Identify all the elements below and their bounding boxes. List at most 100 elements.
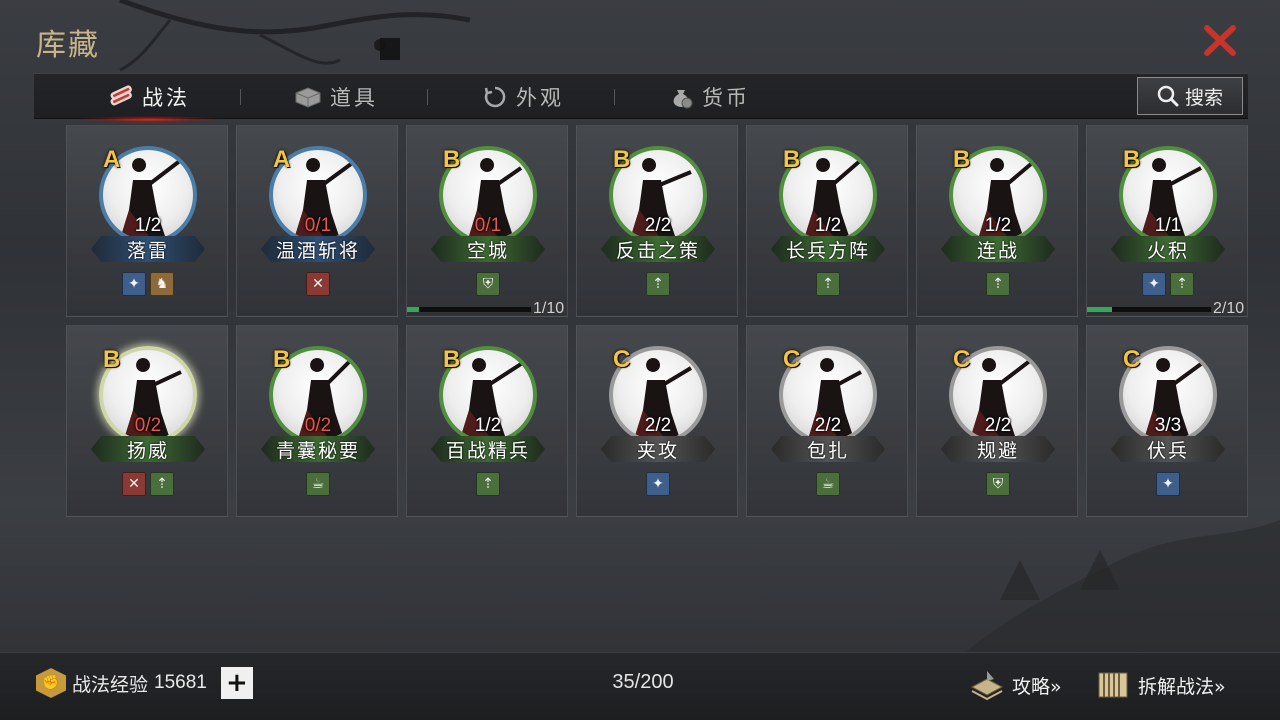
tactic-card[interactable]: B 0/2 扬威 ✕ ⇡ [66,325,228,517]
tactic-grade: B [273,346,291,373]
trait-icon: ⇡ [1170,272,1194,296]
tactic-card[interactable]: B 1/2 连战 ⇡ [916,125,1078,317]
tactic-count: 2/2 [814,415,842,436]
trait-icon: ⛨ [986,472,1010,496]
trait-icon: ✕ [122,472,146,496]
trait-icon: ⇡ [150,472,174,496]
trait-icon: ✦ [1142,272,1166,296]
tactic-traits: ✦ ⇡ [1087,272,1249,296]
tactic-count: 1/2 [814,215,842,236]
tactics-grid: A 1/2 落雷 ✦ ♞ A 0/1 温酒斩将 ✕ B 0/1 空城 ⛨ 1/10 B 2/2 反击之策 ⇡ B 1/… [0,0,1280,720]
exp-fist-icon: ✊ [36,668,66,698]
book-icon [968,667,1006,703]
guide-button[interactable]: 攻略» [968,665,1062,705]
trait-icon: ☕ [816,472,840,496]
dismantle-button[interactable]: 拆解战法» [1094,665,1226,705]
bottom-bar: ✊ 战法经验 15681 + 35/200 攻略» 拆解战法» [0,652,1280,720]
tactic-count: 1/2 [984,215,1012,236]
progress-fill [1087,307,1112,312]
tactic-traits: ⛨ [407,272,569,296]
tactic-grade: B [443,146,461,173]
tactic-traits: ☕ [747,472,909,496]
tactic-count: 0/2 [304,415,332,436]
tactic-card[interactable]: C 3/3 伏兵 ✦ [1086,325,1248,517]
bamboo-scroll-icon [1094,667,1132,703]
tactic-card[interactable]: C 2/2 规避 ⛨ [916,325,1078,517]
tactic-traits: ⛨ [917,472,1079,496]
tactic-count: 1/2 [474,415,502,436]
tactic-name: 包扎 [771,436,885,462]
tactic-count: 0/2 [134,415,162,436]
tactic-exp: ✊ 战法经验 15681 + [36,667,253,699]
tactic-count: 0/1 [304,215,332,236]
trait-icon: ⛨ [476,272,500,296]
tactic-grade: B [783,146,801,173]
tactic-name: 火积 [1111,236,1225,262]
tactic-name: 夹攻 [601,436,715,462]
tactic-card[interactable]: C 2/2 夹攻 ✦ [576,325,738,517]
tactic-card[interactable]: B 0/2 青囊秘要 ☕ [236,325,398,517]
tactic-name: 空城 [431,236,545,262]
tactic-progress-text: 1/10 [533,300,565,317]
tactic-card[interactable]: B 2/2 反击之策 ⇡ [576,125,738,317]
tactic-name: 连战 [941,236,1055,262]
tactic-name: 长兵方阵 [771,236,885,262]
tactic-name: 温酒斩将 [261,236,375,262]
tactic-grade: C [613,346,631,373]
tactic-traits: ⇡ [407,472,569,496]
tactic-progress-bar [1087,307,1211,312]
trait-icon: ⇡ [476,472,500,496]
tactic-grade: A [103,146,121,173]
tactic-count: 2/2 [644,215,672,236]
capacity-count: 35/200 [612,671,674,693]
tactic-traits: ✦ ♞ [67,272,229,296]
guide-label: 攻略» [1012,675,1062,698]
trait-icon: ✦ [1156,472,1180,496]
tactic-traits: ☕ [237,472,399,496]
tactic-name: 规避 [941,436,1055,462]
tactic-traits: ✦ [1087,472,1249,496]
tactic-traits: ⇡ [917,272,1079,296]
dismantle-label: 拆解战法» [1138,675,1226,698]
tactic-card[interactable]: B 1/2 长兵方阵 ⇡ [746,125,908,317]
tactic-card[interactable]: C 2/2 包扎 ☕ [746,325,908,517]
tactic-card[interactable]: A 1/2 落雷 ✦ ♞ [66,125,228,317]
trait-icon: ✦ [122,272,146,296]
tactic-grade: B [443,346,461,373]
tactic-count: 0/1 [474,215,502,236]
tactic-traits: ⇡ [747,272,909,296]
tactic-traits: ✕ ⇡ [67,472,229,496]
tactic-traits: ✕ [237,272,399,296]
tactic-grade: C [783,346,801,373]
tactic-count: 1/2 [134,215,162,236]
tactic-name: 扬威 [91,436,205,462]
trait-icon: ✕ [306,272,330,296]
tactic-grade: C [953,346,971,373]
tactic-name: 百战精兵 [431,436,545,462]
tactic-name: 落雷 [91,236,205,262]
tactic-grade: A [273,146,291,173]
progress-fill [407,307,420,312]
tactic-traits: ⇡ [577,272,739,296]
tactic-name: 反击之策 [601,236,715,262]
add-exp-button[interactable]: + [220,667,253,699]
tactic-count: 1/1 [1154,215,1182,236]
exp-label: 战法经验 [72,673,149,696]
trait-icon: ⇡ [986,272,1010,296]
tactic-name: 伏兵 [1111,436,1225,462]
tactic-card[interactable]: B 1/1 火积 ✦ ⇡ 2/10 [1086,125,1248,317]
tactic-card[interactable]: B 0/1 空城 ⛨ 1/10 [406,125,568,317]
trait-icon: ⇡ [646,272,670,296]
tactic-card[interactable]: B 1/2 百战精兵 ⇡ [406,325,568,517]
tactic-grade: B [613,146,631,173]
tactic-card[interactable]: A 0/1 温酒斩将 ✕ [236,125,398,317]
tactic-grade: B [103,346,121,373]
exp-value: 15681 [154,672,207,693]
tactic-name: 青囊秘要 [261,436,375,462]
tactic-progress-text: 2/10 [1213,300,1245,317]
tactic-grade: C [1123,346,1141,373]
trait-icon: ♞ [150,272,174,296]
trait-icon: ⇡ [816,272,840,296]
trait-icon: ✦ [646,472,670,496]
tactic-grade: B [953,146,971,173]
